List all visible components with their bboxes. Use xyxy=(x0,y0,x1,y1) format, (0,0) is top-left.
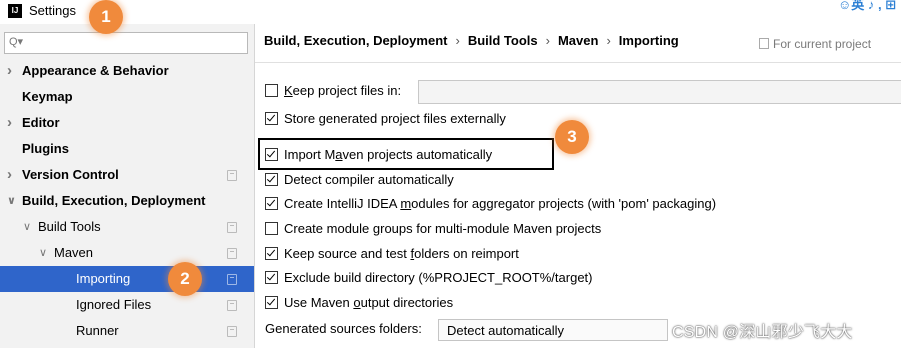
project-level-icon xyxy=(227,274,237,285)
sidebar-item-label: Editor xyxy=(22,115,60,130)
sidebar-item-editor[interactable]: › Editor xyxy=(0,110,254,136)
step-badge-2: 2 xyxy=(168,262,202,296)
project-level-icon xyxy=(227,300,237,311)
checkbox-checked[interactable] xyxy=(265,271,278,284)
option-label: utput directories xyxy=(360,295,454,310)
option-row[interactable]: Exclude build directory (%PROJECT_ROOT%/… xyxy=(265,268,592,288)
sidebar-item-label: Plugins xyxy=(22,141,69,156)
checkbox-checked[interactable] xyxy=(265,173,278,186)
sidebar-item-label: Importing xyxy=(76,271,131,286)
checkbox-checked[interactable] xyxy=(265,296,278,309)
chevron-right-icon[interactable]: › xyxy=(7,58,12,84)
sidebar-item-label: Maven xyxy=(54,245,94,260)
breadcrumb-separator: › xyxy=(455,33,460,48)
sidebar-item-ignored-files[interactable]: Ignored Files xyxy=(0,292,254,318)
breadcrumb-item[interactable]: Importing xyxy=(619,33,679,48)
option-label: Create IntelliJ IDEA xyxy=(284,196,401,211)
sidebar-item-version-control[interactable]: › Version Control xyxy=(0,162,254,188)
sidebar-item-plugins[interactable]: Plugins xyxy=(0,136,254,162)
option-label: olders on reimport xyxy=(414,246,519,261)
project-level-icon xyxy=(227,248,237,259)
mnemonic-letter: K xyxy=(284,83,293,98)
intellij-logo-icon: IJ xyxy=(8,4,22,18)
sidebar-item-importing[interactable]: Importing xyxy=(0,266,254,292)
search-input[interactable]: Q▾ xyxy=(4,32,248,54)
option-row[interactable]: Create IntelliJ IDEA modules for aggrega… xyxy=(265,194,716,214)
breadcrumb: Build, Execution, Deployment › Build Tools… xyxy=(264,33,679,48)
breadcrumb-item[interactable]: Build Tools xyxy=(468,33,538,48)
breadcrumb-separator: › xyxy=(606,33,611,48)
sidebar-item-label: Appearance & Behavior xyxy=(22,63,169,78)
project-scope-icon xyxy=(759,38,769,49)
option-row[interactable]: Keep project files in: xyxy=(265,81,401,101)
step-badge-3: 3 xyxy=(555,120,589,154)
chevron-down-icon[interactable]: ∨ xyxy=(39,240,47,266)
chevron-right-icon[interactable]: › xyxy=(7,162,12,188)
ime-toolbar-widget[interactable]: ☺英 ♪ , ⊞ xyxy=(838,0,896,13)
sidebar-item-keymap[interactable]: Keymap xyxy=(0,84,254,110)
sidebar-item-maven[interactable]: ∨ Maven xyxy=(0,240,254,266)
settings-sidebar: Q▾ › Appearance & Behavior Keymap › Editor Pl… xyxy=(0,24,255,348)
option-label: Use Maven xyxy=(284,295,354,310)
option-label: Create module xyxy=(284,221,373,236)
window-title: Settings xyxy=(29,3,76,18)
option-row[interactable]: Store generated project files externally xyxy=(265,109,506,129)
option-row[interactable]: Use Maven output directories xyxy=(265,293,453,313)
search-icon: Q▾ xyxy=(9,36,24,48)
breadcrumb-item[interactable]: Maven xyxy=(558,33,598,48)
generated-sources-select[interactable]: Detect automatically xyxy=(438,319,668,341)
chevron-down-icon[interactable]: ∨ xyxy=(7,188,16,214)
sidebar-item-runner[interactable]: Runner xyxy=(0,318,254,344)
option-label: Keep source and test xyxy=(284,246,411,261)
checkbox-checked[interactable] xyxy=(265,197,278,210)
scope-note-label: For current project xyxy=(773,37,872,51)
checkbox-unchecked[interactable] xyxy=(265,222,278,235)
sidebar-item-label: Ignored Files xyxy=(76,297,152,312)
checkbox-checked[interactable] xyxy=(265,112,278,125)
option-row[interactable]: Detect compiler automatically xyxy=(265,170,454,190)
sidebar-item-appearance-behavior[interactable]: › Appearance & Behavior xyxy=(0,58,254,84)
sidebar-item-label: Build Tools xyxy=(38,219,101,234)
chevron-right-icon[interactable]: › xyxy=(7,110,12,136)
project-level-icon xyxy=(227,326,237,337)
checkbox-unchecked[interactable] xyxy=(265,84,278,97)
option-label: Store generated project files externally xyxy=(284,111,506,126)
sidebar-item-label: Keymap xyxy=(22,89,73,104)
option-label: roups for multi-module Maven projects xyxy=(380,221,602,236)
sidebar-item-label: Version Control xyxy=(22,167,119,182)
step-badge-1: 1 xyxy=(89,0,123,34)
chevron-down-icon[interactable]: ∨ xyxy=(23,214,31,240)
sidebar-item-label: Build, Execution, Deployment xyxy=(22,193,206,208)
option-row[interactable]: Create module groups for multi-module Ma… xyxy=(265,219,601,239)
option-label: odules for aggregator projects (with 'po… xyxy=(411,196,717,211)
sidebar-item-build-tools[interactable]: ∨ Build Tools xyxy=(0,214,254,240)
breadcrumb-separator: › xyxy=(545,33,550,48)
option-label: eep project files in: xyxy=(292,83,402,98)
option-row[interactable]: Keep source and test folders on reimport xyxy=(265,244,519,264)
generated-sources-label: Generated sources folders: xyxy=(265,321,422,336)
project-level-icon xyxy=(227,170,237,181)
sidebar-item-build-execution-deployment[interactable]: ∨ Build, Execution, Deployment xyxy=(0,188,254,214)
scope-note: For current project xyxy=(759,37,871,51)
watermark: CSDN @深山邪少飞大大 xyxy=(672,324,853,341)
header-divider xyxy=(255,62,901,63)
option-label: Detect compiler automatically xyxy=(284,172,454,187)
checkbox-checked[interactable] xyxy=(265,247,278,260)
title-bar: IJ Settings xyxy=(0,0,901,24)
mnemonic-letter: o xyxy=(353,295,361,310)
highlight-box xyxy=(258,138,554,170)
keep-project-files-path-input[interactable] xyxy=(418,80,901,104)
option-label: Exclude build directory (%PROJECT_ROOT%/… xyxy=(284,270,593,285)
breadcrumb-item[interactable]: Build, Execution, Deployment xyxy=(264,33,447,48)
sidebar-item-label: Runner xyxy=(76,323,119,338)
mnemonic-letter: m xyxy=(400,196,412,211)
project-level-icon xyxy=(227,222,237,233)
